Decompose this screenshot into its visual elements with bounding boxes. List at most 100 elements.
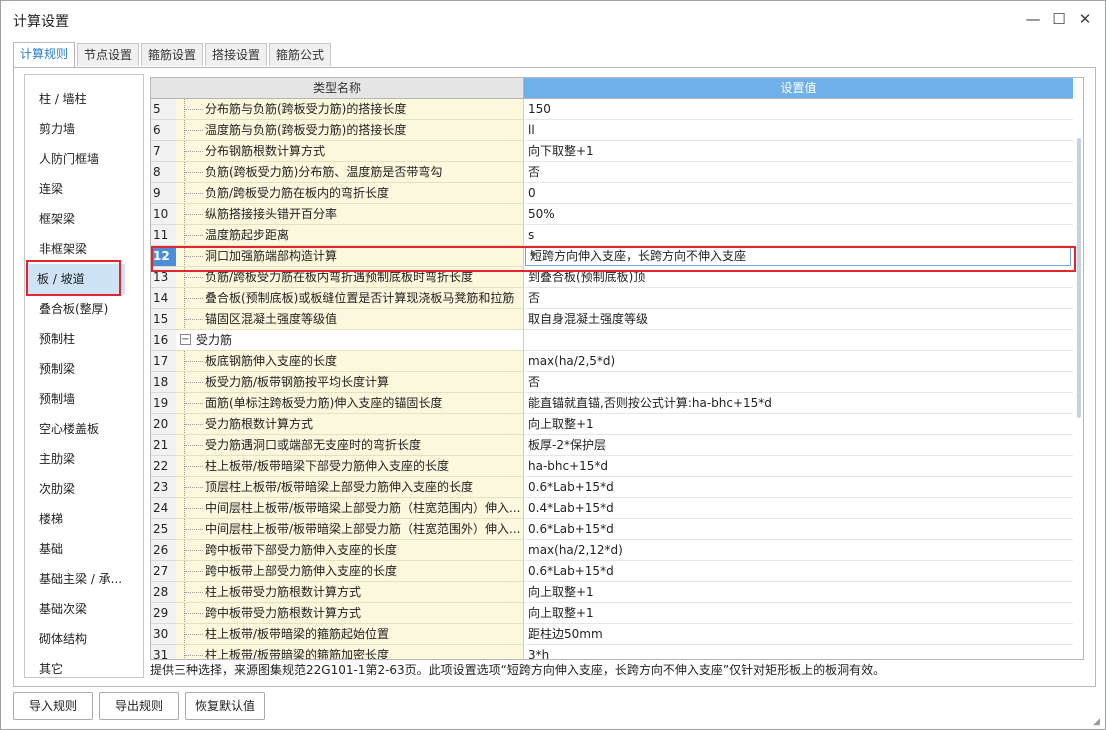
sidebar-item[interactable]: 框架梁: [39, 204, 75, 234]
table-row[interactable]: 8 负筋(跨板受力筋)分布筋、温度筋是否带弯勾 否: [151, 162, 1073, 183]
table-row[interactable]: 27 跨中板带上部受力筋伸入支座的长度 0.6*Lab+15*d: [151, 561, 1073, 582]
sidebar-item[interactable]: 叠合板(整厚): [39, 294, 108, 324]
tab-lap-settings[interactable]: 搭接设置: [205, 43, 267, 66]
table-row[interactable]: 10 纵筋搭接接头错开百分率 50%: [151, 204, 1073, 225]
setting-name-cell[interactable]: 分布钢筋根数计算方式: [176, 141, 524, 162]
table-row[interactable]: 14 叠合板(预制底板)或板缝位置是否计算现浇板马凳筋和拉筋否: [151, 288, 1073, 309]
sidebar-item[interactable]: 人防门框墙: [39, 144, 99, 174]
setting-value-cell[interactable]: 0: [524, 183, 1073, 204]
sidebar-item[interactable]: 柱 / 墙柱: [39, 84, 87, 114]
setting-value-cell[interactable]: 0.6*Lab+15*d: [524, 561, 1073, 582]
column-header-name[interactable]: 类型名称: [151, 78, 524, 99]
setting-name-cell[interactable]: 柱上板带/板带暗梁的箍筋起始位置: [176, 624, 524, 645]
setting-name-cell[interactable]: 柱上板带/板带暗梁下部受力筋伸入支座的长度: [176, 456, 524, 477]
setting-value-cell[interactable]: 50%: [524, 204, 1073, 225]
sidebar-item[interactable]: 次肋梁: [39, 474, 75, 504]
setting-value-cell[interactable]: s: [524, 225, 1073, 246]
sidebar-item[interactable]: 楼梯: [39, 504, 63, 534]
restore-defaults-button[interactable]: 恢复默认值: [185, 692, 265, 720]
setting-name-cell[interactable]: 叠合板(预制底板)或板缝位置是否计算现浇板马凳筋和拉筋: [176, 288, 524, 309]
table-row[interactable]: 7 分布钢筋根数计算方式 向下取整+1: [151, 141, 1073, 162]
setting-name-cell[interactable]: 顶层柱上板带/板带暗梁上部受力筋伸入支座的长度: [176, 477, 524, 498]
setting-name-cell[interactable]: 分布筋与负筋(跨板受力筋)的搭接长度: [176, 99, 524, 120]
table-row[interactable]: 5 分布筋与负筋(跨板受力筋)的搭接长度 150: [151, 99, 1073, 120]
sidebar-item[interactable]: 基础次梁: [39, 594, 87, 624]
sidebar-item[interactable]: 基础主梁 / 承...: [39, 564, 122, 594]
setting-name-cell[interactable]: 温度筋与负筋(跨板受力筋)的搭接长度: [176, 120, 524, 141]
setting-name-cell[interactable]: 跨中板带受力筋根数计算方式: [176, 603, 524, 624]
table-row[interactable]: 29 跨中板带受力筋根数计算方式 向上取整+1: [151, 603, 1073, 624]
table-row[interactable]: 11 温度筋起步距离 s: [151, 225, 1073, 246]
tab-node-settings[interactable]: 节点设置: [77, 43, 139, 66]
setting-value-cell[interactable]: 向下取整+1: [524, 141, 1073, 162]
setting-value-cell[interactable]: [524, 330, 1073, 351]
setting-name-cell[interactable]: 柱上板带/板带暗梁的箍筋加密长度: [176, 645, 524, 659]
table-row[interactable]: 23 顶层柱上板带/板带暗梁上部受力筋伸入支座的长度 0.6*Lab+15*d: [151, 477, 1073, 498]
resize-grip-icon[interactable]: ◢: [1093, 717, 1103, 727]
setting-name-cell[interactable]: 跨中板带上部受力筋伸入支座的长度: [176, 561, 524, 582]
setting-name-cell[interactable]: 中间层柱上板带/板带暗梁上部受力筋（柱宽范围内）伸入...: [176, 498, 524, 519]
setting-name-cell[interactable]: 负筋/跨板受力筋在板内的弯折长度: [176, 183, 524, 204]
table-scrollbar[interactable]: [1076, 98, 1082, 658]
setting-name-cell[interactable]: 板受力筋/板带钢筋按平均长度计算: [176, 372, 524, 393]
table-scrollbar-thumb[interactable]: [1077, 138, 1081, 418]
setting-name-cell[interactable]: 锚固区混凝土强度等级值: [176, 309, 524, 330]
import-rules-button[interactable]: 导入规则: [13, 692, 93, 720]
table-row[interactable]: 16− 受力筋: [151, 330, 1073, 351]
setting-name-cell[interactable]: 柱上板带受力筋根数计算方式: [176, 582, 524, 603]
setting-value-cell[interactable]: max(ha/2,12*d): [524, 540, 1073, 561]
component-list[interactable]: 柱 / 墙柱 剪力墙 人防门框墙 连梁 框架梁 非框架梁板 / 坡道 叠合板(整厚) 预制柱预…: [24, 74, 144, 678]
setting-value-cell[interactable]: 板厚-2*保护层: [524, 435, 1073, 456]
setting-name-cell[interactable]: 受力筋遇洞口或端部无支座时的弯折长度: [176, 435, 524, 456]
sidebar-item[interactable]: 基础: [39, 534, 63, 564]
setting-value-cell[interactable]: 3*h: [524, 645, 1073, 659]
setting-value-cell[interactable]: 否: [524, 288, 1073, 309]
sidebar-item[interactable]: 预制墙: [39, 384, 75, 414]
setting-value-cell[interactable]: ha-bhc+15*d: [524, 456, 1073, 477]
export-rules-button[interactable]: 导出规则: [99, 692, 179, 720]
tab-stirrup-formula[interactable]: 箍筋公式: [269, 43, 331, 66]
setting-name-cell[interactable]: 面筋(单标注跨板受力筋)伸入支座的锚固长度: [176, 393, 524, 414]
setting-value-cell[interactable]: 向上取整+1: [524, 414, 1073, 435]
close-icon[interactable]: ✕: [1073, 7, 1097, 31]
setting-name-cell[interactable]: 跨中板带下部受力筋伸入支座的长度: [176, 540, 524, 561]
setting-name-cell[interactable]: 纵筋搭接接头错开百分率: [176, 204, 524, 225]
setting-value-cell[interactable]: 距柱边50mm: [524, 624, 1073, 645]
setting-value-cell[interactable]: max(ha/2,5*d): [524, 351, 1073, 372]
setting-value-cell[interactable]: 否: [524, 162, 1073, 183]
table-row[interactable]: 25 中间层柱上板带/板带暗梁上部受力筋（柱宽范围外）伸入... 0.6*Lab+1…: [151, 519, 1073, 540]
setting-name-cell[interactable]: 温度筋起步距离: [176, 225, 524, 246]
column-header-value[interactable]: 设置值: [524, 78, 1073, 99]
sidebar-item[interactable]: 预制柱: [39, 324, 75, 354]
sidebar-item[interactable]: 空心楼盖板: [39, 414, 99, 444]
tab-stirrup-settings[interactable]: 箍筋设置: [141, 43, 203, 66]
collapse-icon[interactable]: −: [180, 334, 191, 345]
setting-value-cell[interactable]: 能直锚就直锚,否则按公式计算:ha-bhc+15*d: [524, 393, 1073, 414]
setting-name-cell[interactable]: − 受力筋: [176, 330, 524, 351]
setting-value-cell[interactable]: 否: [524, 372, 1073, 393]
setting-name-cell[interactable]: 板底钢筋伸入支座的长度: [176, 351, 524, 372]
setting-value-cell[interactable]: ll: [524, 120, 1073, 141]
table-row[interactable]: 31 柱上板带/板带暗梁的箍筋加密长度 3*h: [151, 645, 1073, 659]
tab-calc-rules[interactable]: 计算规则: [13, 42, 75, 67]
maximize-icon[interactable]: ☐: [1047, 7, 1071, 31]
table-row[interactable]: 19 面筋(单标注跨板受力筋)伸入支座的锚固长度 能直锚就直锚,否则按公式计算:ha…: [151, 393, 1073, 414]
setting-value-cell[interactable]: 向上取整+1: [524, 582, 1073, 603]
table-row[interactable]: 9 负筋/跨板受力筋在板内的弯折长度 0: [151, 183, 1073, 204]
sidebar-item[interactable]: 主肋梁: [39, 444, 75, 474]
table-row[interactable]: 18 板受力筋/板带钢筋按平均长度计算 否: [151, 372, 1073, 393]
sidebar-item[interactable]: 连梁: [39, 174, 63, 204]
setting-value-cell[interactable]: 0.6*Lab+15*d: [524, 477, 1073, 498]
setting-value-cell[interactable]: 150: [524, 99, 1073, 120]
table-row[interactable]: 24 中间层柱上板带/板带暗梁上部受力筋（柱宽范围内）伸入... 0.4*Lab+1…: [151, 498, 1073, 519]
setting-value-cell[interactable]: 取自身混凝土强度等级: [524, 309, 1073, 330]
table-row[interactable]: 26 跨中板带下部受力筋伸入支座的长度 max(ha/2,12*d): [151, 540, 1073, 561]
setting-value-cell[interactable]: 0.6*Lab+15*d: [524, 519, 1073, 540]
sidebar-item[interactable]: 其它: [39, 654, 63, 677]
sidebar-item[interactable]: 预制梁: [39, 354, 75, 384]
setting-value-cell[interactable]: 0.4*Lab+15*d: [524, 498, 1073, 519]
minimize-icon[interactable]: —: [1021, 7, 1045, 31]
table-row[interactable]: 20 受力筋根数计算方式 向上取整+1: [151, 414, 1073, 435]
table-row[interactable]: 21 受力筋遇洞口或端部无支座时的弯折长度 板厚-2*保护层: [151, 435, 1073, 456]
sidebar-item[interactable]: 剪力墙: [39, 114, 75, 144]
